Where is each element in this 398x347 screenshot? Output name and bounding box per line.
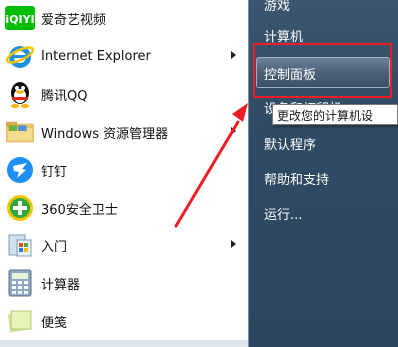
annotation-arrow-icon bbox=[174, 103, 248, 228]
